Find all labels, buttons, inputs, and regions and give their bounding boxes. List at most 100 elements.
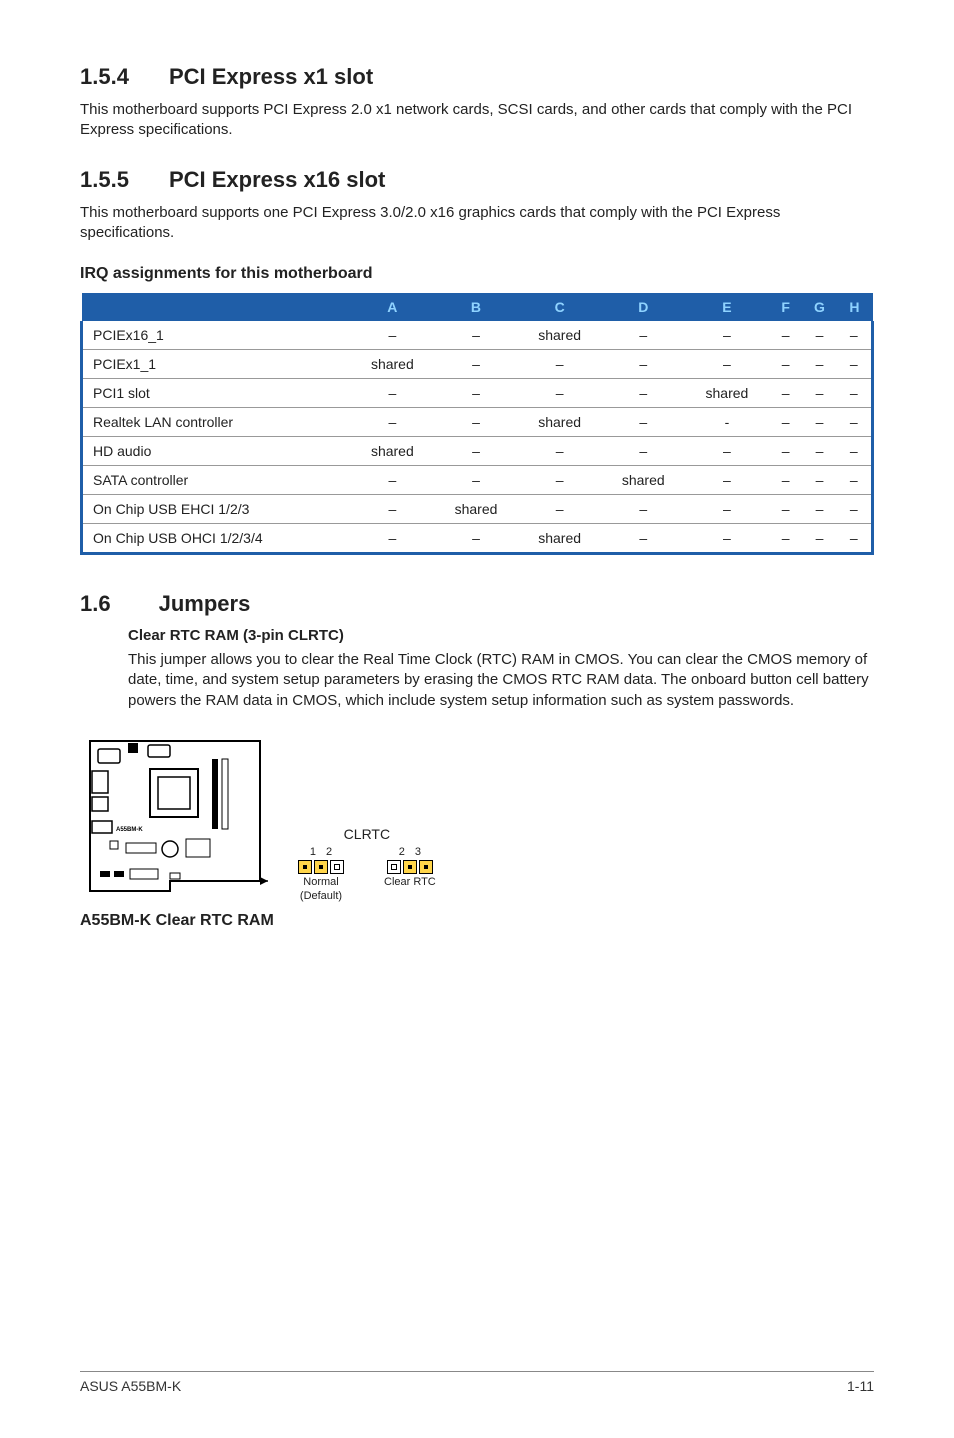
irq-cell: – xyxy=(803,408,837,437)
irq-cell: – xyxy=(601,350,685,379)
irq-cell: – xyxy=(434,379,518,408)
pin-2b-on xyxy=(403,860,417,874)
section-154-body: This motherboard supports PCI Express 2.… xyxy=(80,100,874,141)
irq-cell: – xyxy=(769,437,803,466)
irq-cell: – xyxy=(351,321,435,350)
irq-cell: – xyxy=(518,350,602,379)
irq-cell: – xyxy=(803,379,837,408)
irq-header-h: H xyxy=(836,293,872,321)
irq-header-d: D xyxy=(601,293,685,321)
pin-2-on xyxy=(314,860,328,874)
irq-cell: – xyxy=(518,495,602,524)
irq-row-label: On Chip USB EHCI 1/2/3 xyxy=(82,495,351,524)
section-16-title: Jumpers xyxy=(159,591,251,617)
irq-cell: – xyxy=(685,321,769,350)
table-row: PCIEx16_1––shared––––– xyxy=(82,321,873,350)
irq-cell: – xyxy=(769,524,803,554)
irq-cell: – xyxy=(685,437,769,466)
irq-row-label: PCIEx1_1 xyxy=(82,350,351,379)
irq-cell: – xyxy=(434,466,518,495)
irq-cell: – xyxy=(685,350,769,379)
diagram-caption: A55BM-K Clear RTC RAM xyxy=(80,912,874,930)
irq-cell: – xyxy=(803,350,837,379)
pin-right-num-2: 2 xyxy=(399,846,405,858)
irq-row-label: PCIEx16_1 xyxy=(82,321,351,350)
irq-cell: – xyxy=(601,524,685,554)
irq-cell: shared xyxy=(518,408,602,437)
irq-cell: – xyxy=(685,524,769,554)
irq-cell: – xyxy=(434,524,518,554)
irq-header-row: A B C D E F G H xyxy=(82,293,873,321)
irq-header-blank xyxy=(82,293,351,321)
irq-cell: – xyxy=(351,466,435,495)
motherboard-svg: A55BM-K xyxy=(80,731,270,901)
section-154-num: 1.5.4 xyxy=(80,64,129,90)
irq-row-label: SATA controller xyxy=(82,466,351,495)
irq-cell: shared xyxy=(518,524,602,554)
pin-group-clear: 2 3 Clear RTC . xyxy=(384,846,436,902)
clrtc-diagram: CLRTC 1 2 Normal (Default) xyxy=(298,826,436,906)
irq-cell: shared xyxy=(685,379,769,408)
irq-cell: shared xyxy=(518,321,602,350)
irq-cell: – xyxy=(351,524,435,554)
section-16-num: 1.6 xyxy=(80,591,111,617)
irq-table: A B C D E F G H PCIEx16_1––shared–––––PC… xyxy=(80,293,874,555)
section-16-heading: 1.6 Jumpers xyxy=(80,591,874,617)
irq-row-label: PCI1 slot xyxy=(82,379,351,408)
irq-row-label: Realtek LAN controller xyxy=(82,408,351,437)
irq-cell: – xyxy=(836,524,872,554)
pin-3-off xyxy=(330,860,344,874)
irq-cell: – xyxy=(351,408,435,437)
table-row: On Chip USB EHCI 1/2/3–shared–––––– xyxy=(82,495,873,524)
irq-cell: – xyxy=(803,321,837,350)
irq-header-b: B xyxy=(434,293,518,321)
board-badge-text: A55BM-K xyxy=(116,827,143,833)
irq-cell: shared xyxy=(601,466,685,495)
irq-cell: – xyxy=(769,495,803,524)
table-row: PCI1 slot––––shared––– xyxy=(82,379,873,408)
irq-cell: – xyxy=(601,379,685,408)
irq-cell: shared xyxy=(434,495,518,524)
irq-cell: – xyxy=(803,495,837,524)
irq-cell: – xyxy=(836,379,872,408)
pin-right-num-3: 3 xyxy=(415,846,421,858)
clrtc-label: CLRTC xyxy=(298,826,436,842)
irq-cell: – xyxy=(836,495,872,524)
section-155-body: This motherboard supports one PCI Expres… xyxy=(80,203,874,244)
irq-cell: – xyxy=(601,437,685,466)
section-154-title: PCI Express x1 slot xyxy=(169,64,373,90)
footer-left: ASUS A55BM-K xyxy=(80,1378,181,1394)
default-label: (Default) xyxy=(300,890,342,902)
irq-cell: – xyxy=(769,408,803,437)
pin-1b-off xyxy=(387,860,401,874)
normal-label: Normal xyxy=(303,876,338,888)
pin-group-normal: 1 2 Normal (Default) xyxy=(298,846,344,902)
irq-cell: - xyxy=(685,408,769,437)
table-row: SATA controller–––shared–––– xyxy=(82,466,873,495)
irq-cell: – xyxy=(836,321,872,350)
section-155-title: PCI Express x16 slot xyxy=(169,167,385,193)
irq-cell: – xyxy=(601,321,685,350)
irq-cell: – xyxy=(803,524,837,554)
motherboard-diagram: A55BM-K xyxy=(80,731,270,906)
table-row: PCIEx1_1shared––––––– xyxy=(82,350,873,379)
irq-cell: – xyxy=(685,495,769,524)
irq-cell: – xyxy=(685,466,769,495)
irq-cell: – xyxy=(836,350,872,379)
table-row: HD audioshared––––––– xyxy=(82,437,873,466)
irq-header-e: E xyxy=(685,293,769,321)
irq-cell: – xyxy=(769,466,803,495)
irq-header-a: A xyxy=(351,293,435,321)
irq-cell: – xyxy=(836,437,872,466)
irq-cell: shared xyxy=(351,350,435,379)
irq-cell: – xyxy=(769,350,803,379)
irq-cell: – xyxy=(836,408,872,437)
pin-left-num-2: 2 xyxy=(326,846,332,858)
irq-heading: IRQ assignments for this motherboard xyxy=(80,265,874,283)
table-row: On Chip USB OHCI 1/2/3/4––shared––––– xyxy=(82,524,873,554)
pin-3b-on xyxy=(419,860,433,874)
irq-cell: – xyxy=(769,321,803,350)
irq-cell: – xyxy=(351,379,435,408)
irq-cell: – xyxy=(434,350,518,379)
irq-cell: – xyxy=(803,466,837,495)
